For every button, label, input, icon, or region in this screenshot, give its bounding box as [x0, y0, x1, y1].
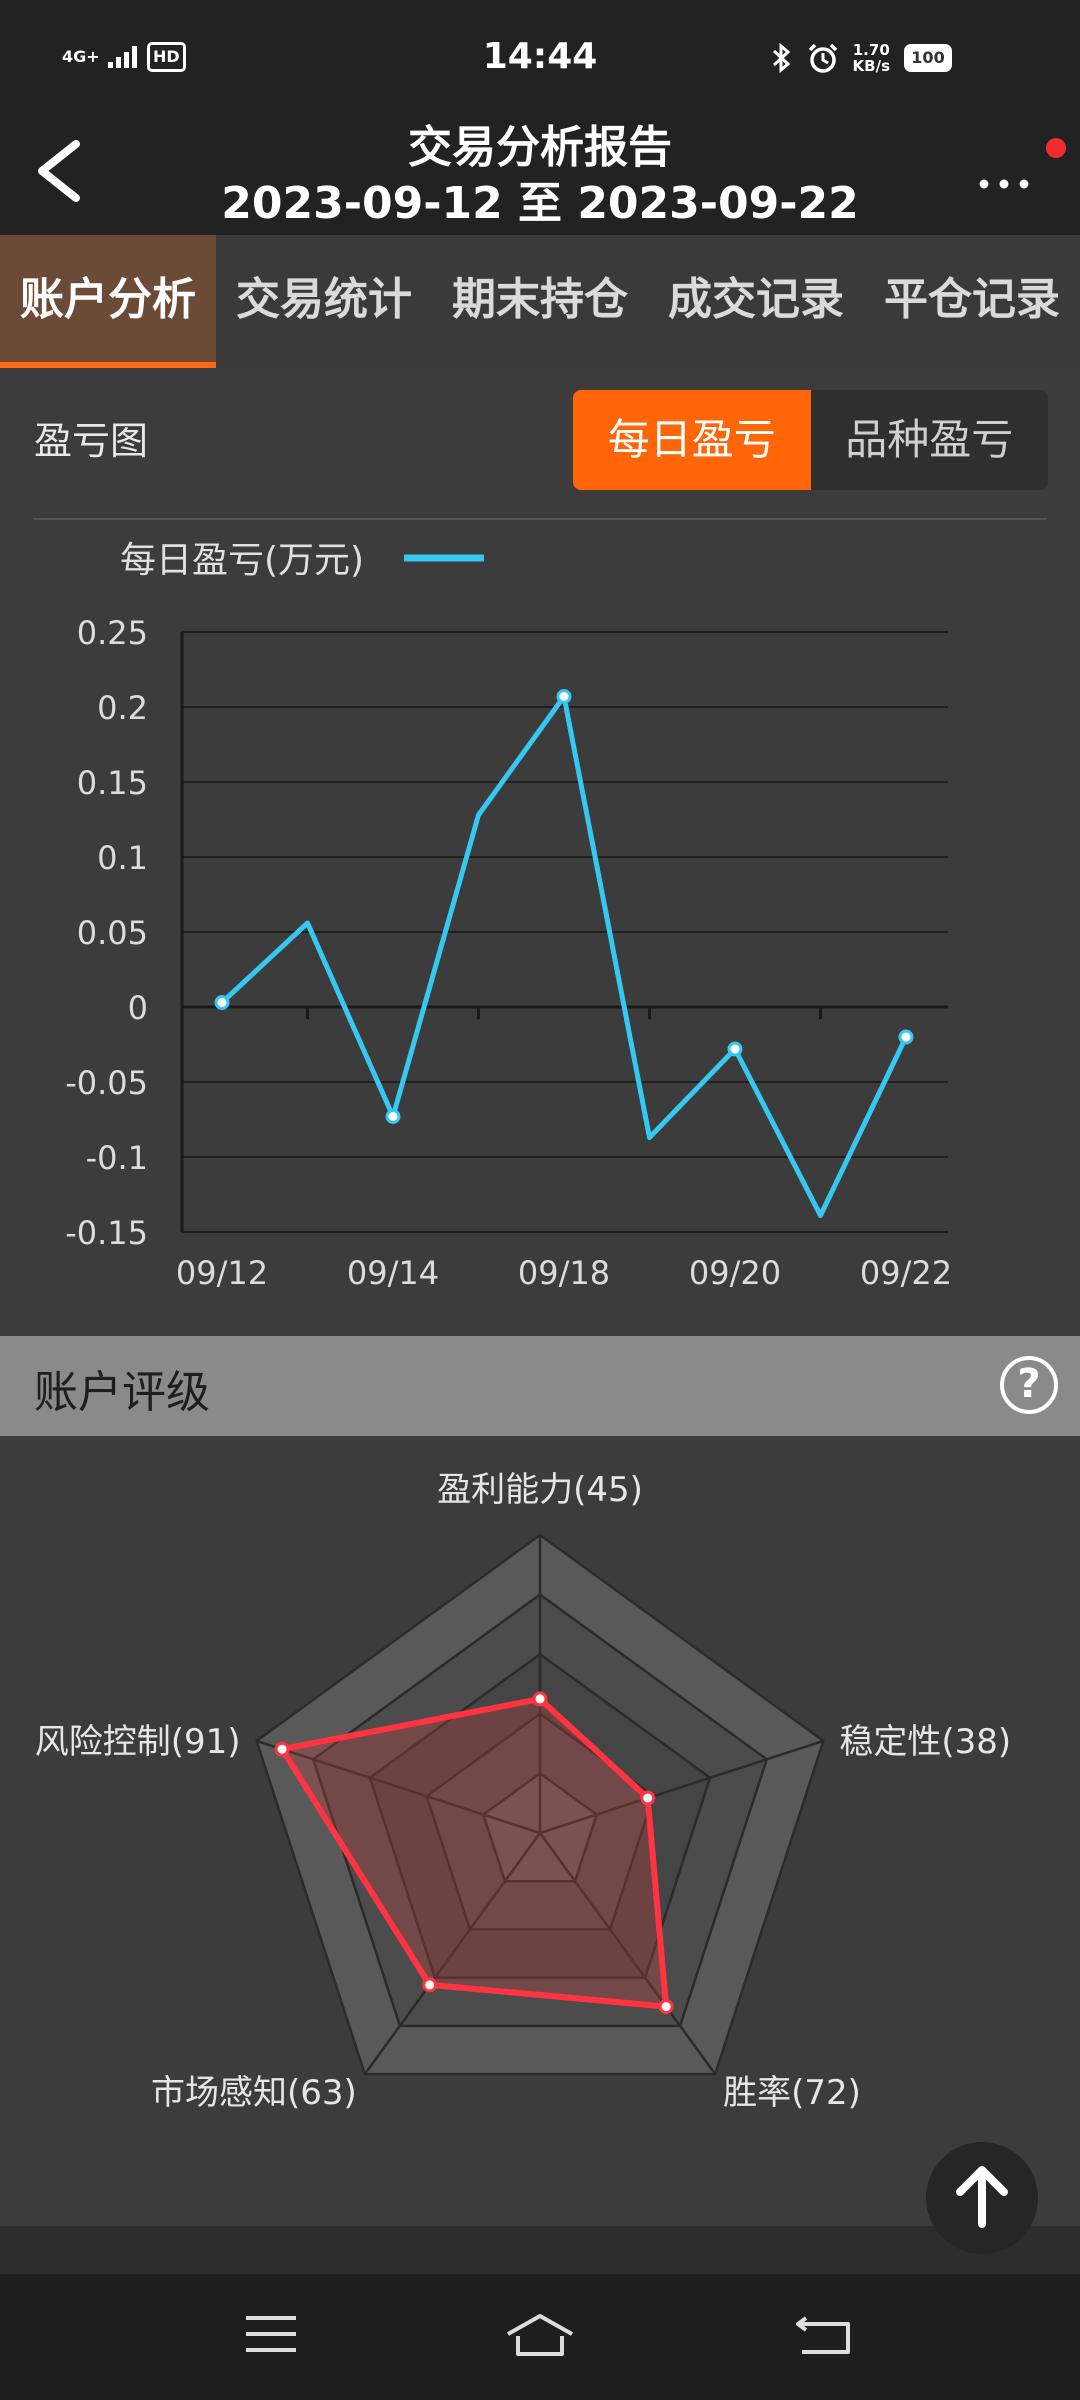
y-tick-label: 0.1	[97, 839, 148, 877]
rating-title: 账户评级	[34, 1367, 210, 1418]
y-tick-label: 0.05	[77, 914, 148, 952]
tab-positions[interactable]: 期末持仓	[432, 235, 648, 368]
y-tick-label: 0.2	[97, 689, 148, 727]
menu-icon[interactable]	[232, 2304, 312, 2364]
radar-point	[658, 1999, 674, 2015]
pnl-title: 盈亏图	[34, 419, 149, 463]
status-right: 1.70 KB/s 100	[771, 42, 952, 74]
system-nav-bar	[0, 2274, 1080, 2400]
tab-account-analysis[interactable]: 账户分析	[0, 235, 216, 368]
legend-label: 每日盈亏(万元)	[120, 540, 364, 581]
date-range: 2023-09-12 至 2023-09-22	[221, 178, 859, 229]
radar-point	[640, 1790, 656, 1806]
home-icon[interactable]	[500, 2304, 580, 2364]
x-tick-label: 09/20	[689, 1254, 781, 1292]
series-line	[220, 694, 909, 1218]
tab-bar: 账户分析 交易统计 期末持仓 成交记录 平仓记录	[0, 235, 1080, 368]
back-icon[interactable]	[784, 2304, 864, 2364]
radar-axis-label: 胜率(72)	[723, 2073, 861, 2113]
radar-point	[274, 1741, 290, 1757]
y-tick-label: 0.15	[77, 764, 148, 802]
net-speed-unit: KB/s	[852, 57, 890, 75]
daily-pnl-button[interactable]: 每日盈亏	[573, 390, 811, 490]
tab-trade-stats[interactable]: 交易统计	[216, 235, 432, 368]
x-tick-label: 09/18	[518, 1254, 610, 1292]
pnl-toggle: 每日盈亏 品种盈亏	[573, 390, 1048, 490]
status-bar: 4G+ HD 14:44 1.70 KB/s 100	[0, 0, 1080, 120]
arrow-up-icon	[956, 2166, 1008, 2228]
radar-axis-label: 风险控制(91)	[35, 1722, 241, 1762]
pnl-card: 盈亏图 每日盈亏 品种盈亏 每日盈亏(万元) 0.25 0.2 0.15 0.1 0.05…	[0, 368, 1080, 1336]
radar-axis-label: 市场感知(63)	[151, 2073, 357, 2113]
data-point	[214, 995, 230, 1010]
alarm-icon	[808, 43, 837, 73]
battery-icon: 100	[904, 44, 952, 72]
product-pnl-button[interactable]: 品种盈亏	[811, 390, 1049, 490]
app-header: 交易分析报告 2023-09-12 至 2023-09-22	[0, 120, 1080, 235]
data-point	[385, 1109, 401, 1124]
radar-point	[532, 1691, 548, 1707]
account-rating-radar: 盈利能力(45) 稳定性(38) 胜率(72) 市场感知(63) 风险控制(91)	[35, 1470, 1011, 2113]
tab-close-records[interactable]: 平仓记录	[864, 235, 1080, 368]
help-icon[interactable]: ?	[1000, 1356, 1058, 1414]
bluetooth-icon	[772, 42, 790, 74]
x-tick-label: 09/22	[860, 1254, 952, 1292]
data-point	[727, 1041, 743, 1057]
scroll-top-button[interactable]	[926, 2142, 1038, 2254]
battery-level: 100	[911, 48, 945, 67]
radar-axis-label: 盈利能力(45)	[437, 1470, 643, 1510]
y-tick-label: -0.15	[65, 1214, 148, 1252]
radar-card: 盈利能力(45) 稳定性(38) 胜率(72) 市场感知(63) 风险控制(91)	[0, 1436, 1080, 2226]
y-tick-label: -0.05	[65, 1064, 148, 1102]
x-tick-label: 09/14	[347, 1254, 439, 1292]
net-speed-value: 1.70	[852, 41, 890, 59]
radar-axis-label: 稳定性(38)	[839, 1722, 1011, 1762]
y-tick-label: -0.1	[86, 1139, 148, 1177]
radar-point	[422, 1977, 438, 1993]
x-tick-label: 09/12	[176, 1254, 268, 1292]
more-icon[interactable]	[974, 154, 1044, 194]
tab-trade-records[interactable]: 成交记录	[648, 235, 864, 368]
daily-pnl-chart: 每日盈亏(万元) 0.25 0.2 0.15 0.1 0.05 0 -0.05 -0.1 -0.1…	[65, 540, 952, 1292]
net-speed: 1.70 KB/s	[853, 42, 890, 74]
notification-dot	[1046, 138, 1066, 158]
rating-header: 账户评级 ?	[0, 1336, 1080, 1436]
data-point	[898, 1029, 914, 1045]
data-point	[556, 689, 572, 704]
y-tick-label: 0	[128, 989, 148, 1027]
y-tick-label: 0.25	[77, 614, 148, 652]
page-title: 交易分析报告	[408, 122, 672, 173]
